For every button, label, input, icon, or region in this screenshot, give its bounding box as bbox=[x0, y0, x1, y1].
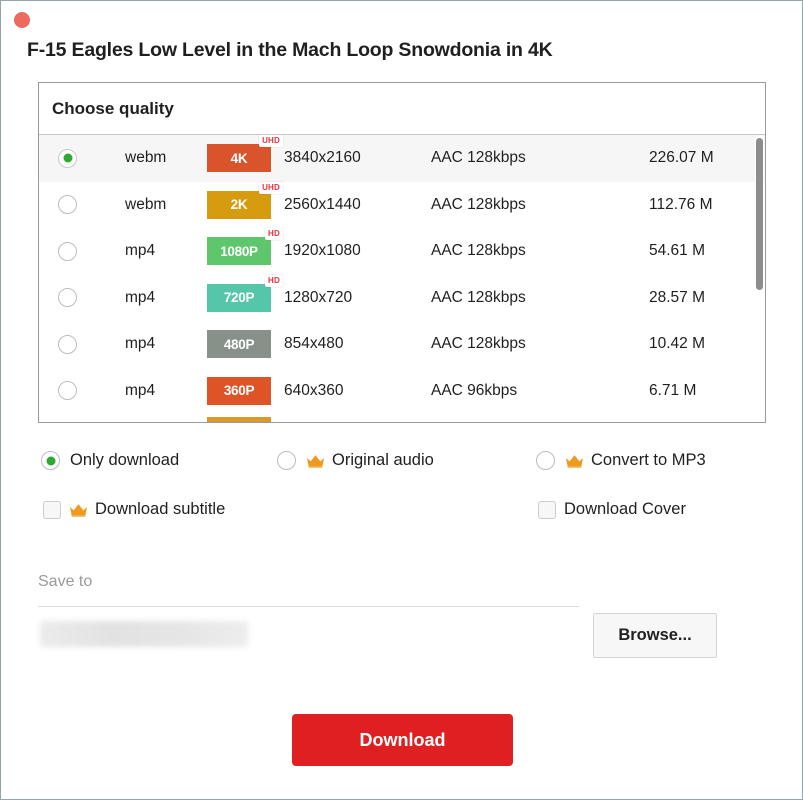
quality-size: 6.71 M bbox=[649, 381, 697, 399]
quality-resolution: 1920x1080 bbox=[284, 242, 361, 260]
close-icon[interactable] bbox=[14, 12, 30, 28]
quality-radio-360p[interactable] bbox=[58, 381, 77, 401]
original-audio-radio[interactable] bbox=[277, 451, 296, 470]
quality-badge-wrap: 360P bbox=[207, 376, 271, 405]
only-download-label: Only download bbox=[70, 451, 180, 469]
quality-format: mp4 bbox=[125, 335, 156, 353]
quality-badge-tag: UHD bbox=[259, 135, 283, 148]
quality-radio-1080p[interactable] bbox=[58, 241, 77, 261]
download-button[interactable]: Download bbox=[292, 714, 513, 766]
quality-badge-wrap: 2K UHD bbox=[207, 181, 283, 219]
quality-badge: 720P bbox=[207, 283, 271, 312]
quality-row-480p[interactable]: mp4 480P 854x480 AAC 128kbps 10.42 M bbox=[39, 321, 765, 368]
quality-badge-tag: HD bbox=[265, 274, 283, 287]
quality-list[interactable]: webm 4K UHD 3840x2160 AAC 128kbps 226.07… bbox=[39, 135, 765, 422]
page-title: F-15 Eagles Low Level in the Mach Loop S… bbox=[27, 39, 553, 61]
only-download-radio[interactable] bbox=[41, 451, 60, 470]
quality-badge-wrap: 720P HD bbox=[207, 274, 283, 312]
crown-icon bbox=[306, 454, 325, 468]
quality-size: 226.07 M bbox=[649, 149, 714, 167]
crown-icon bbox=[69, 503, 88, 517]
quality-resolution: 2560x1440 bbox=[284, 195, 361, 213]
browse-button[interactable]: Browse... bbox=[593, 613, 717, 658]
original-audio-label: Original audio bbox=[332, 451, 434, 469]
quality-list-scrollbar[interactable] bbox=[755, 136, 764, 422]
quality-badge: 4K bbox=[207, 144, 271, 173]
convert-to-mp3-radio[interactable] bbox=[536, 451, 555, 470]
quality-row-1080p[interactable]: mp4 1080P HD 1920x1080 AAC 128kbps 54.61… bbox=[39, 228, 765, 275]
quality-panel: Choose quality webm 4K UHD 3840x2160 AAC… bbox=[38, 82, 766, 423]
quality-panel-header: Choose quality bbox=[39, 83, 765, 135]
quality-format: webm bbox=[125, 195, 167, 213]
quality-row-720p[interactable]: mp4 720P HD 1280x720 AAC 128kbps 28.57 M bbox=[39, 274, 765, 322]
save-to-label: Save to bbox=[38, 573, 93, 590]
quality-audio: AAC 96kbps bbox=[431, 381, 518, 399]
download-cover-checkbox[interactable] bbox=[538, 500, 556, 519]
downloader-dialog-window: F-15 Eagles Low Level in the Mach Loop S… bbox=[0, 0, 803, 800]
quality-next-row-peek bbox=[207, 417, 271, 422]
quality-format: mp4 bbox=[125, 242, 156, 260]
quality-resolution: 1280x720 bbox=[284, 288, 353, 306]
download-subtitle-checkbox[interactable] bbox=[43, 500, 61, 519]
quality-radio-4k[interactable] bbox=[58, 148, 77, 168]
option-original-audio[interactable]: Original audio bbox=[277, 451, 434, 470]
option-download-subtitle[interactable]: Download subtitle bbox=[43, 500, 225, 519]
quality-audio: AAC 128kbps bbox=[431, 335, 526, 353]
quality-resolution: 854x480 bbox=[284, 335, 344, 353]
quality-badge: 360P bbox=[207, 376, 271, 405]
quality-badge: 2K bbox=[207, 190, 271, 219]
quality-size: 54.61 M bbox=[649, 242, 706, 260]
quality-audio: AAC 128kbps bbox=[431, 149, 526, 167]
option-only-download[interactable]: Only download bbox=[41, 451, 179, 470]
quality-badge: 1080P bbox=[207, 237, 271, 266]
quality-radio-2k[interactable] bbox=[58, 195, 77, 215]
download-options-row-2: Download subtitle Download Cover bbox=[41, 500, 741, 549]
quality-radio-480p[interactable] bbox=[58, 334, 77, 354]
quality-resolution: 640x360 bbox=[284, 381, 344, 399]
quality-header-label: Choose quality bbox=[52, 98, 174, 118]
convert-to-mp3-label: Convert to MP3 bbox=[591, 451, 706, 469]
quality-format: mp4 bbox=[125, 288, 156, 306]
quality-size: 10.42 M bbox=[649, 335, 706, 353]
quality-size: 112.76 M bbox=[649, 195, 713, 213]
download-subtitle-label: Download subtitle bbox=[95, 500, 226, 518]
quality-badge: 480P bbox=[207, 330, 271, 359]
quality-format: webm bbox=[125, 149, 167, 167]
quality-audio: AAC 128kbps bbox=[431, 288, 526, 306]
crown-icon bbox=[565, 454, 584, 468]
quality-resolution: 3840x2160 bbox=[284, 149, 361, 167]
download-cover-label: Download Cover bbox=[564, 500, 686, 518]
quality-row-2k[interactable]: webm 2K UHD 2560x1440 AAC 128kbps 112.76… bbox=[39, 181, 765, 229]
option-convert-to-mp3[interactable]: Convert to MP3 bbox=[536, 451, 706, 470]
quality-list-scrollbar-thumb[interactable] bbox=[756, 138, 763, 290]
save-to-divider bbox=[38, 606, 579, 607]
quality-size: 28.57 M bbox=[649, 288, 706, 306]
quality-audio: AAC 128kbps bbox=[431, 242, 526, 260]
quality-badge-wrap: 1080P HD bbox=[207, 228, 283, 266]
quality-badge-tag: HD bbox=[265, 228, 283, 241]
quality-audio: AAC 128kbps bbox=[431, 195, 526, 213]
quality-badge-wrap: 480P bbox=[207, 330, 271, 359]
quality-row-4k[interactable]: webm 4K UHD 3840x2160 AAC 128kbps 226.07… bbox=[39, 135, 765, 182]
quality-row-360p[interactable]: mp4 360P 640x360 AAC 96kbps 6.71 M bbox=[39, 368, 765, 415]
quality-badge-wrap: 4K UHD bbox=[207, 135, 283, 173]
download-options-row-1: Only download Original audio Convert to … bbox=[41, 451, 741, 500]
download-options: Only download Original audio Convert to … bbox=[41, 451, 741, 549]
quality-format: mp4 bbox=[125, 381, 156, 399]
quality-radio-720p[interactable] bbox=[58, 288, 77, 308]
quality-badge-tag: UHD bbox=[259, 181, 283, 194]
option-download-cover[interactable]: Download Cover bbox=[538, 500, 686, 519]
